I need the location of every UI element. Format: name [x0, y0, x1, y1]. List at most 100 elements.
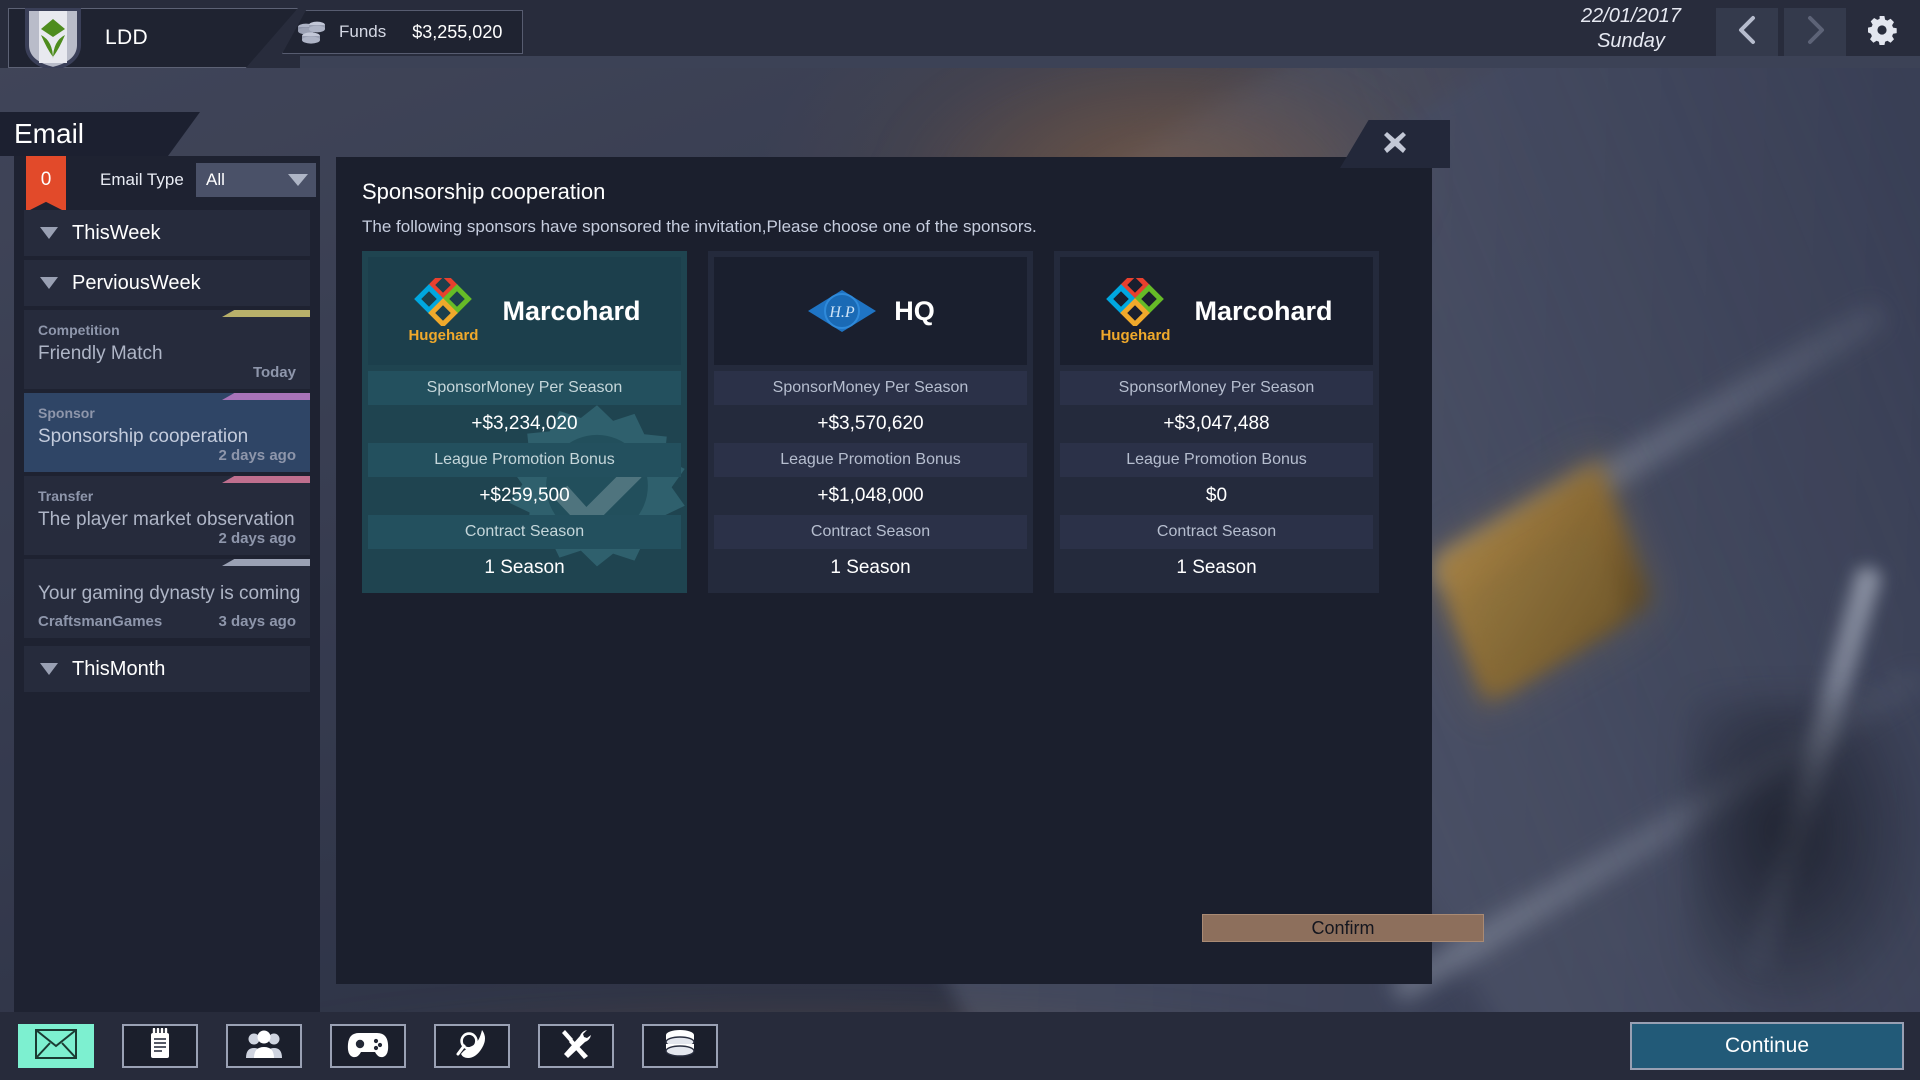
mail-timestamp: 3 days ago	[218, 613, 296, 630]
sponsor-name: Marcohard	[502, 296, 640, 327]
current-weekday: Sunday	[1556, 29, 1706, 54]
taskbar-button-mail[interactable]	[18, 1024, 94, 1068]
promotion-bonus-label: League Promotion Bonus	[1060, 443, 1373, 477]
shield-crest-icon	[23, 5, 83, 71]
sponsor-money-label: SponsorMoney Per Season	[368, 371, 681, 405]
taskbar-button-database[interactable]	[642, 1024, 718, 1068]
sponsor-money-value: +$3,570,620	[708, 405, 1033, 443]
list-item[interactable]: Transfer The player market observation 2…	[24, 476, 310, 555]
mail-subject: Sponsorship cooperation	[38, 426, 248, 448]
notepad-icon	[146, 1028, 174, 1065]
mail-sender: CraftsmanGames	[38, 613, 162, 630]
hugehard-wordmark: Hugehard	[1100, 327, 1170, 344]
contract-season-value: 1 Season	[1054, 549, 1379, 587]
contract-season-label: Contract Season	[368, 515, 681, 549]
taskbar-button-scout[interactable]	[434, 1024, 510, 1068]
date-display: 22/01/2017 Sunday	[1556, 4, 1706, 54]
funds-label: Funds	[339, 22, 386, 42]
category-tag-strip	[222, 476, 310, 483]
category-tag-strip	[222, 310, 310, 317]
email-group-label: ThisMonth	[72, 658, 165, 681]
close-icon	[1380, 127, 1410, 162]
sponsorship-panel: Sponsorship cooperation The following sp…	[336, 157, 1432, 984]
contract-season-value: 1 Season	[708, 549, 1033, 587]
confirm-button[interactable]: Confirm	[1202, 914, 1484, 942]
list-item[interactable]: Sponsor Sponsorship cooperation 2 days a…	[24, 393, 310, 472]
category-tag-strip	[222, 559, 310, 566]
promotion-bonus-value: $0	[1054, 477, 1379, 515]
email-filter-row: 0 Email Type All	[14, 156, 320, 206]
continue-button[interactable]: Continue	[1630, 1022, 1904, 1070]
mail-subject: Your gaming dynasty is coming	[38, 583, 300, 605]
page-title: Email	[14, 118, 84, 150]
sponsor-money-value: +$3,234,020	[362, 405, 687, 443]
promotion-bonus-value: +$1,048,000	[708, 477, 1033, 515]
promotion-bonus-value: +$259,500	[362, 477, 687, 515]
hugehard-diamonds-icon: Hugehard	[408, 278, 486, 344]
hp-diamond-icon: H.P	[806, 284, 878, 338]
sponsor-card-header: Hugehard Marcohard	[368, 257, 681, 365]
mail-subject: The player market observation	[38, 509, 295, 531]
promotion-bonus-label: League Promotion Bonus	[368, 443, 681, 477]
sponsor-money-label: SponsorMoney Per Season	[714, 371, 1027, 405]
taskbar-button-match[interactable]	[330, 1024, 406, 1068]
top-bar: LDD Funds $3,255,020 22/01/20	[0, 0, 1920, 68]
sponsor-card-header: H.P HQ	[714, 257, 1027, 365]
list-item[interactable]: Competition Friendly Match Today	[24, 310, 310, 389]
funds-tab[interactable]: Funds $3,255,020	[282, 10, 523, 54]
next-day-button[interactable]	[1784, 8, 1846, 56]
list-item[interactable]: Your gaming dynasty is coming CraftsmanG…	[24, 559, 310, 638]
mail-icon	[35, 1029, 77, 1064]
email-group-perviousweek[interactable]: PerviousWeek	[24, 260, 310, 306]
mail-category: Transfer	[38, 488, 93, 504]
mail-subject: Friendly Match	[38, 343, 163, 365]
mail-category: Competition	[38, 322, 120, 338]
email-group-label: PerviousWeek	[72, 272, 201, 295]
category-tag-strip	[222, 393, 310, 400]
team-badge-tab[interactable]: LDD	[8, 8, 298, 68]
email-type-label: Email Type	[100, 170, 184, 190]
coins-icon	[297, 20, 327, 44]
sponsor-card-header: Hugehard Marcohard	[1060, 257, 1373, 365]
chevron-left-icon	[1736, 15, 1758, 50]
taskbar-icon-group	[18, 1024, 718, 1068]
panel-subtitle: The following sponsors have sponsored th…	[362, 217, 1037, 237]
sponsor-money-label: SponsorMoney Per Season	[1060, 371, 1373, 405]
svg-text:H.P: H.P	[829, 304, 856, 321]
sponsor-card[interactable]: Hugehard Marcohard SponsorMoney Per Seas…	[362, 251, 687, 593]
squad-people-icon	[245, 1029, 283, 1064]
taskbar-button-notepad[interactable]	[122, 1024, 198, 1068]
chevron-down-icon	[40, 663, 58, 675]
unread-count-badge: 0	[26, 156, 66, 212]
scout-icon	[456, 1028, 488, 1065]
email-group-thisweek[interactable]: ThisWeek	[24, 210, 310, 256]
settings-button[interactable]	[1852, 8, 1912, 56]
promotion-bonus-label: League Promotion Bonus	[714, 443, 1027, 477]
contract-season-value: 1 Season	[362, 549, 687, 587]
taskbar-button-tools[interactable]	[538, 1024, 614, 1068]
prev-day-button[interactable]	[1716, 8, 1778, 56]
mail-timestamp: 2 days ago	[218, 530, 296, 547]
email-group-thismonth[interactable]: ThisMonth	[24, 646, 310, 692]
top-bar-sheen	[300, 56, 1920, 68]
hugehard-diamonds-icon: Hugehard	[1100, 278, 1178, 344]
mail-timestamp: 2 days ago	[218, 447, 296, 464]
gamepad-icon	[347, 1030, 389, 1063]
sponsor-card[interactable]: Hugehard Marcohard SponsorMoney Per Seas…	[1054, 251, 1379, 593]
sponsor-name: HQ	[894, 296, 935, 327]
sponsor-card-list: Hugehard Marcohard SponsorMoney Per Seas…	[362, 251, 1379, 593]
contract-season-label: Contract Season	[1060, 515, 1373, 549]
bottom-taskbar: Continue	[0, 1012, 1920, 1080]
contract-season-label: Contract Season	[714, 515, 1027, 549]
funds-value: $3,255,020	[412, 22, 502, 43]
email-type-select[interactable]: All	[196, 163, 316, 197]
panel-title: Sponsorship cooperation	[362, 179, 605, 205]
sponsor-money-value: +$3,047,488	[1054, 405, 1379, 443]
sponsor-card[interactable]: H.P HQ SponsorMoney Per Season +$3,570,6…	[708, 251, 1033, 593]
database-icon	[663, 1029, 697, 1064]
gear-icon	[1867, 15, 1897, 50]
tools-icon	[560, 1028, 592, 1065]
taskbar-button-squad[interactable]	[226, 1024, 302, 1068]
sponsor-name: Marcohard	[1194, 296, 1332, 327]
chevron-down-icon	[288, 174, 308, 186]
